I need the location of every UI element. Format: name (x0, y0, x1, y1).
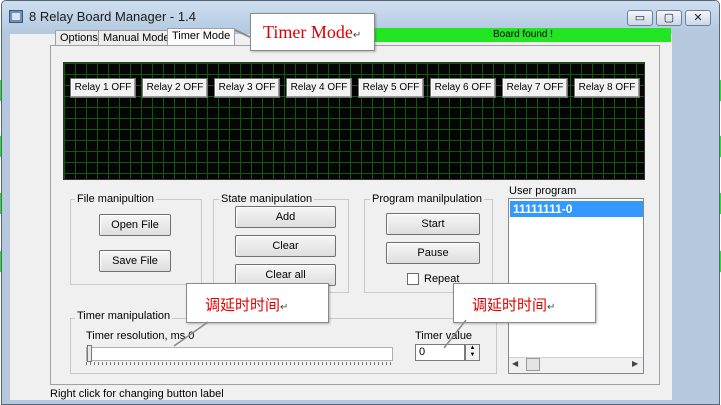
pause-button[interactable]: Pause (386, 242, 480, 264)
callout-text: Timer Mode (263, 22, 353, 42)
slider-ticks (86, 362, 392, 365)
tab-options[interactable]: Options (55, 30, 103, 46)
maximize-button[interactable]: ▢ (656, 10, 682, 26)
relay-1-button[interactable]: Relay 1 OFF (70, 78, 136, 98)
callout-text: 调延时时间 (472, 296, 548, 314)
relay-7-button[interactable]: Relay 7 OFF (502, 78, 568, 98)
scroll-thumb[interactable] (526, 358, 540, 371)
callout-pointer (443, 319, 467, 349)
program-group-title: Program manilpulation (370, 193, 485, 205)
tab-timer-mode[interactable]: Timer Mode (167, 28, 236, 45)
scroll-left-icon[interactable]: ◀ (512, 359, 518, 368)
tab-manual-mode[interactable]: Manual Mode (98, 30, 175, 46)
timer-mode-callout: Timer Mode↵ (250, 13, 375, 51)
add-button[interactable]: Add (235, 206, 336, 228)
save-file-button[interactable]: Save File (99, 250, 171, 272)
open-file-button[interactable]: Open File (99, 214, 171, 236)
relay-3-button[interactable]: Relay 3 OFF (214, 78, 280, 98)
scroll-right-icon[interactable]: ▶ (632, 359, 638, 368)
start-button[interactable]: Start (386, 213, 480, 235)
timer-resolution-slider[interactable] (86, 347, 393, 361)
app-icon (9, 10, 23, 23)
minimize-button[interactable]: ▭ (627, 10, 653, 26)
window-title: 8 Relay Board Manager - 1.4 (29, 9, 196, 24)
repeat-checkbox[interactable] (407, 273, 419, 285)
slider-thumb[interactable] (87, 345, 92, 362)
relay-5-button[interactable]: Relay 5 OFF (358, 78, 424, 98)
state-group-title: State manipulation (219, 193, 315, 205)
board-status-banner: Board found ! (375, 28, 671, 42)
relay-8-button[interactable]: Relay 8 OFF (574, 78, 640, 98)
clear-button[interactable]: Clear (235, 235, 336, 257)
spin-down-icon[interactable]: ▼ (466, 352, 479, 359)
user-program-label: User program (509, 185, 577, 197)
callout-pointer (173, 321, 209, 347)
relay-4-button[interactable]: Relay 4 OFF (286, 78, 352, 98)
status-bar-text: Right click for changing button label (50, 388, 224, 400)
timer-group-title: Timer manipulation (75, 310, 173, 322)
delay-callout-right: 调延时时间↵ (453, 283, 596, 323)
file-group (70, 199, 202, 285)
paragraph-mark-icon: ↵ (352, 30, 362, 41)
callout-text: 调延时时间 (205, 296, 281, 314)
paragraph-mark-icon: ↵ (280, 302, 289, 313)
relay-6-button[interactable]: Relay 6 OFF (430, 78, 496, 98)
delay-callout-left: 调延时时间↵ (186, 283, 329, 323)
list-item[interactable]: 11111111-0 (510, 201, 643, 217)
file-group-title: File manipultion (75, 193, 157, 205)
relay-2-button[interactable]: Relay 2 OFF (142, 78, 208, 98)
paragraph-mark-icon: ↵ (547, 302, 556, 313)
close-button[interactable]: ✕ (685, 10, 711, 26)
